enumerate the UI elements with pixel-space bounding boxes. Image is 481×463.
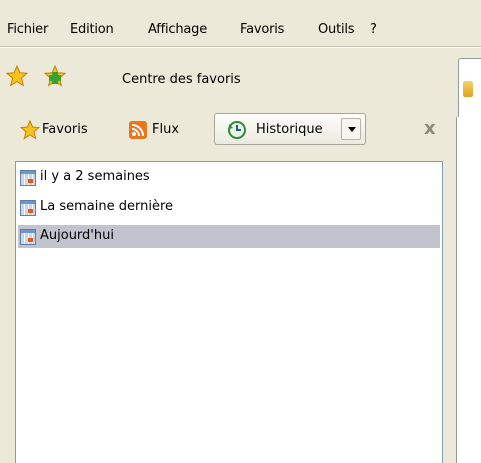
menu-bar: Fichier Edition Affichage Favoris Outils… xyxy=(0,0,481,47)
menu-help[interactable]: ? xyxy=(370,22,377,37)
menu-edition[interactable]: Edition xyxy=(70,22,114,37)
history-item-label: il y a 2 semaines xyxy=(40,169,150,184)
history-list: il y a 2 semaines La semaine dernière Au… xyxy=(15,161,443,463)
history-item-2-weeks[interactable]: il y a 2 semaines xyxy=(18,166,440,189)
history-item-last-week[interactable]: La semaine dernière xyxy=(18,196,440,219)
history-item-label: Aujourd'hui xyxy=(40,228,114,243)
history-clock-icon xyxy=(228,121,246,139)
historique-label: Historique xyxy=(256,122,323,137)
web-content-area xyxy=(456,117,481,463)
calendar-icon xyxy=(20,200,36,216)
browser-tab[interactable] xyxy=(458,58,481,119)
calendar-icon xyxy=(20,229,36,245)
history-item-today[interactable]: Aujourd'hui xyxy=(18,225,440,248)
add-favorite-star-icon[interactable] xyxy=(44,65,66,87)
tab-favicon-icon xyxy=(463,81,473,97)
historique-dropdown[interactable]: Historique xyxy=(214,113,366,145)
favoris-star-icon xyxy=(20,120,40,140)
rss-feed-icon xyxy=(129,121,147,139)
favorites-star-icon[interactable] xyxy=(6,65,28,87)
favorites-center-label[interactable]: Centre des favoris xyxy=(122,72,241,87)
chevron-down-icon[interactable] xyxy=(341,118,361,140)
menu-outils[interactable]: Outils xyxy=(318,22,355,37)
calendar-icon xyxy=(20,170,36,186)
close-panel-icon[interactable]: x xyxy=(424,118,436,139)
flux-tab-button[interactable]: Flux xyxy=(152,122,179,137)
menu-affichage[interactable]: Affichage xyxy=(148,22,207,37)
menu-favoris[interactable]: Favoris xyxy=(240,22,284,37)
favoris-tab-button[interactable]: Favoris xyxy=(42,122,88,137)
history-item-label: La semaine dernière xyxy=(40,199,173,214)
menu-fichier[interactable]: Fichier xyxy=(7,22,48,37)
